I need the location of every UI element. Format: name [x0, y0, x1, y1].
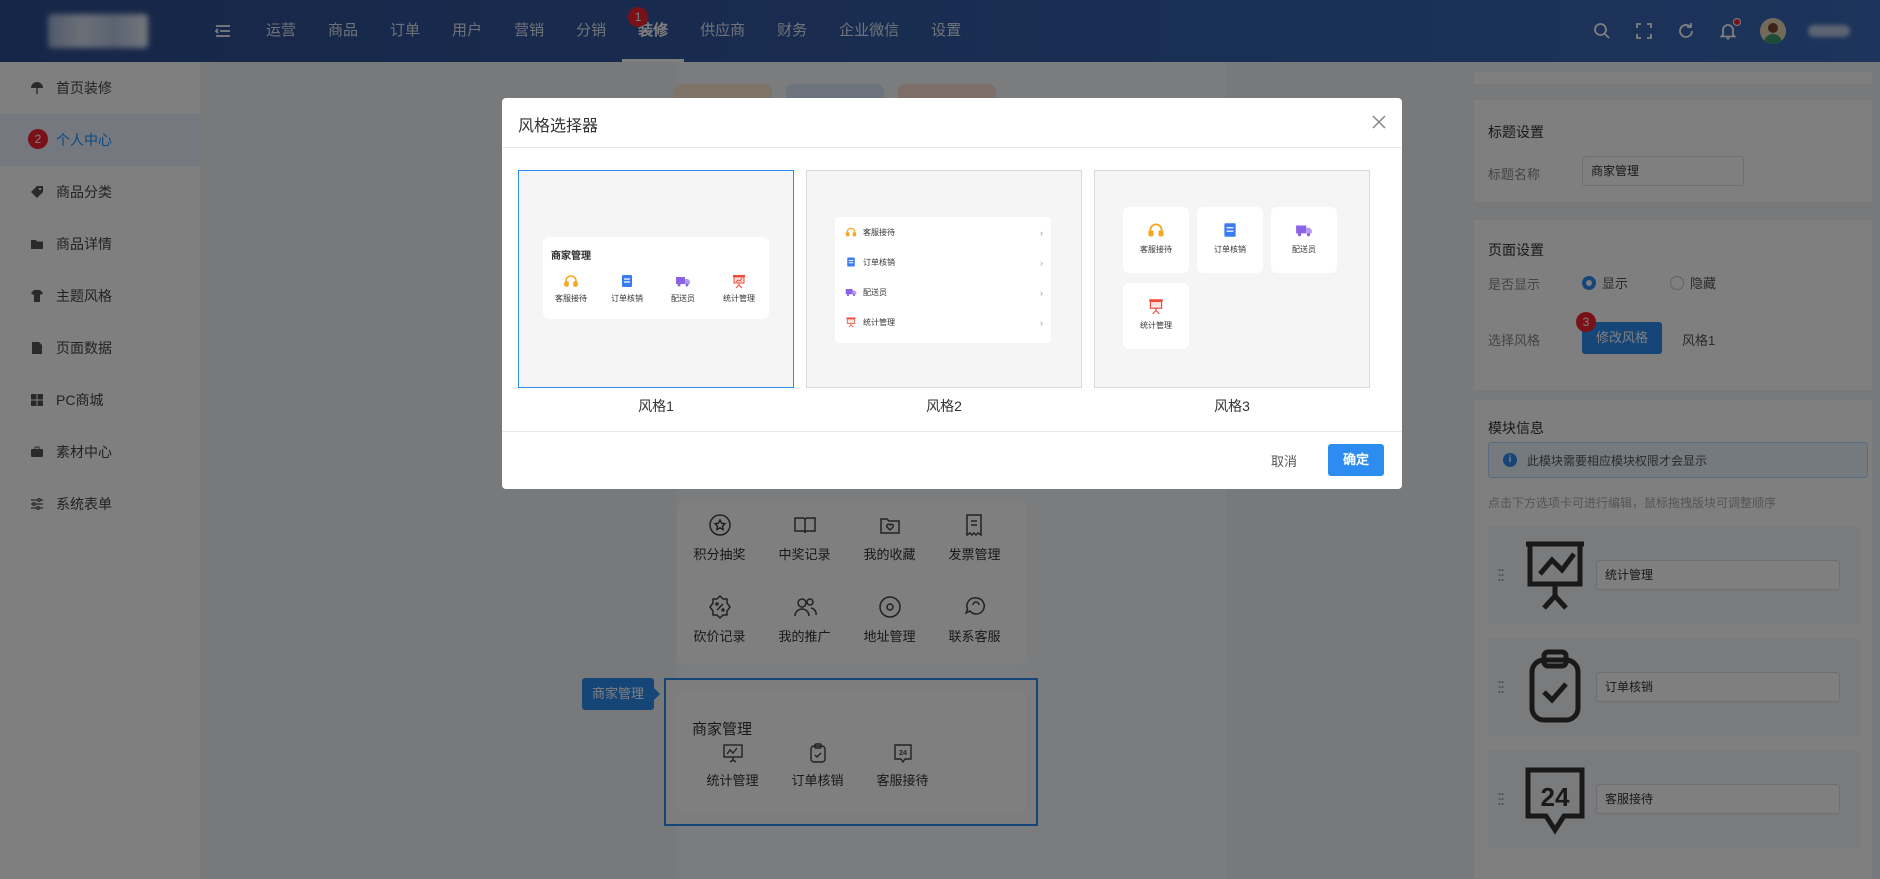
delivery-truck-icon — [845, 289, 857, 297]
order-verify-icon — [622, 275, 632, 287]
stats-board-icon — [846, 317, 856, 328]
style-name-1: 风格1 — [638, 398, 674, 414]
headset-icon — [1148, 223, 1164, 237]
style-option-3[interactable]: 客服接待 订单核销 配送员 统计管理 — [1094, 170, 1370, 388]
stats-board-icon — [733, 275, 745, 289]
chevron-right-icon: › — [1040, 228, 1043, 238]
style-preview-card: 商家管理 客服接待 订单核销 配送员 统计管理 — [543, 237, 769, 319]
delivery-truck-icon — [1296, 225, 1312, 237]
close-icon[interactable] — [1370, 113, 1388, 131]
style-selector-dialog: 风格选择器 商家管理 客服接待 订单核销 配送员 统计管理 风格1 客服接待 › … — [502, 98, 1402, 489]
preview-list-row: 配送员 › — [835, 277, 1051, 307]
style-option-2[interactable]: 客服接待 › 订单核销 › 配送员 › 统计管理 › — [806, 170, 1082, 388]
headset-icon — [564, 275, 578, 287]
delivery-truck-icon — [676, 277, 690, 287]
style-option-1[interactable]: 商家管理 客服接待 订单核销 配送员 统计管理 — [518, 170, 794, 388]
preview-item: 配送员 — [655, 273, 711, 304]
cancel-button[interactable]: 取消 — [1254, 446, 1314, 478]
chevron-right-icon: › — [1040, 318, 1043, 328]
headset-icon — [845, 227, 857, 237]
chevron-right-icon: › — [1040, 288, 1043, 298]
dialog-header: 风格选择器 — [502, 98, 1402, 148]
order-verify-icon — [1224, 223, 1236, 237]
style-name-2: 风格2 — [926, 398, 962, 414]
preview-list-row: 统计管理 › — [835, 307, 1051, 337]
preview-tile: 客服接待 — [1123, 207, 1189, 273]
style-name-3: 风格3 — [1214, 398, 1250, 414]
preview-list-row: 客服接待 › — [835, 217, 1051, 247]
confirm-button[interactable]: 确定 — [1328, 444, 1384, 476]
order-verify-icon — [847, 257, 855, 267]
preview-tile: 订单核销 — [1197, 207, 1263, 273]
dialog-title: 风格选择器 — [518, 118, 599, 135]
style-preview-card: 客服接待 › 订单核销 › 配送员 › 统计管理 › — [835, 217, 1051, 343]
dialog-footer: 取消 确定 — [502, 431, 1402, 489]
preview-title: 商家管理 — [551, 251, 591, 262]
preview-item: 客服接待 — [543, 273, 599, 304]
preview-list-row: 订单核销 › — [835, 247, 1051, 277]
preview-tile: 配送员 — [1271, 207, 1337, 273]
preview-item: 统计管理 — [711, 273, 767, 304]
stats-board-icon — [1149, 299, 1163, 315]
preview-item: 订单核销 — [599, 273, 655, 304]
preview-tile: 统计管理 — [1123, 283, 1189, 349]
chevron-right-icon: › — [1040, 258, 1043, 268]
preview-row: 客服接待 订单核销 配送员 统计管理 — [543, 273, 769, 304]
